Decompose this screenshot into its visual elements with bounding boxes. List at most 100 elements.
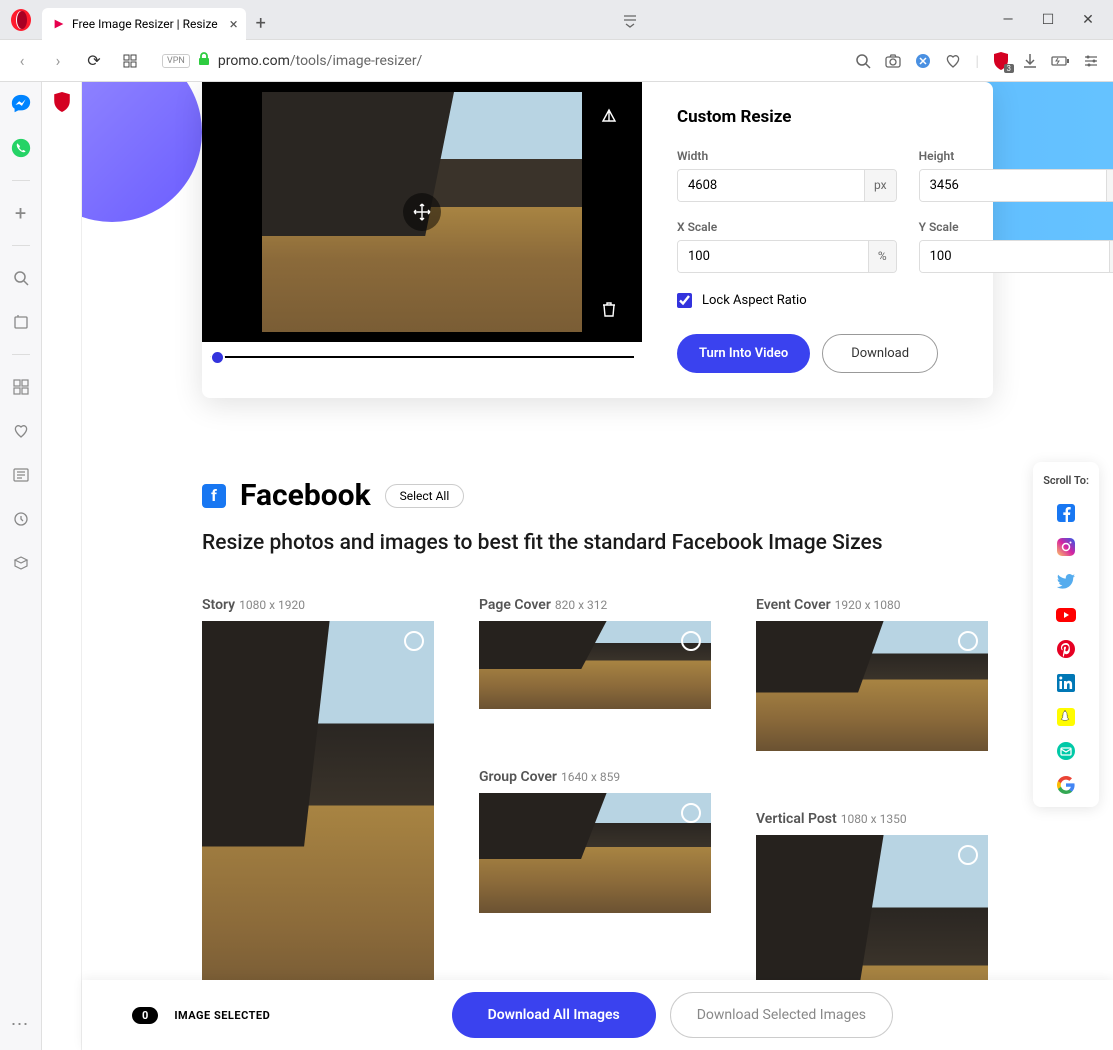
select-circle[interactable] <box>681 631 701 651</box>
scroll-twitter-icon[interactable] <box>1056 571 1076 591</box>
scroll-linkedin-icon[interactable] <box>1056 673 1076 693</box>
size-dim: 1920 x 1080 <box>835 598 901 612</box>
scroll-youtube-icon[interactable] <box>1056 605 1076 625</box>
heart-icon[interactable] <box>945 54 961 68</box>
tab-menu-icon[interactable] <box>615 5 645 35</box>
select-circle[interactable] <box>958 845 978 865</box>
size-preset-story[interactable] <box>202 621 434 1031</box>
scroll-snapchat-icon[interactable] <box>1056 707 1076 727</box>
download-selected-button[interactable]: Download Selected Images <box>670 992 893 1038</box>
download-bar: 0 IMAGE SELECTED Download All Images Dow… <box>82 980 1113 1050</box>
workspaces-icon[interactable] <box>9 375 33 399</box>
yscale-unit: % <box>1109 241 1113 272</box>
scroll-google-icon[interactable] <box>1056 775 1076 795</box>
lock-aspect-checkbox[interactable] <box>677 293 692 308</box>
adblock-icon[interactable] <box>915 53 931 69</box>
sidebar-more-icon[interactable]: ⋯ <box>9 1012 33 1036</box>
select-circle[interactable] <box>404 631 424 651</box>
select-circle[interactable] <box>958 631 978 651</box>
easy-setup-icon[interactable] <box>1083 53 1099 69</box>
select-circle[interactable] <box>681 803 701 823</box>
image-preview[interactable] <box>202 82 642 342</box>
download-all-button[interactable]: Download All Images <box>452 992 656 1038</box>
size-preset-pagecover[interactable] <box>479 621 711 709</box>
download-icon[interactable] <box>1023 53 1037 69</box>
add-messenger-icon[interactable]: + <box>9 201 33 225</box>
ublock-ext-icon[interactable] <box>53 92 71 112</box>
size-dim: 1640 x 859 <box>561 770 620 784</box>
rail-divider <box>12 354 30 355</box>
ublock-icon[interactable]: 3 <box>993 52 1009 70</box>
width-input[interactable] <box>678 170 864 201</box>
resize-editor-card: Custom Resize Width px Height <box>202 82 993 398</box>
zoom-slider[interactable] <box>210 356 634 358</box>
xscale-unit: % <box>868 241 896 272</box>
facebook-icon: f <box>202 484 226 508</box>
forward-button[interactable]: › <box>44 47 72 75</box>
size-dim: 820 x 312 <box>555 598 607 612</box>
download-button[interactable]: Download <box>822 334 938 373</box>
size-name: Page Cover <box>479 597 551 613</box>
delete-icon[interactable] <box>590 290 628 328</box>
width-label: Width <box>677 149 897 163</box>
new-tab-button[interactable]: + <box>246 8 276 40</box>
size-dim: 1080 x 1920 <box>239 598 305 612</box>
yscale-input[interactable] <box>920 241 1110 272</box>
width-unit: px <box>864 170 896 201</box>
editor-title: Custom Resize <box>677 107 1113 127</box>
personal-news-icon[interactable] <box>9 310 33 334</box>
bookmarks-heart-icon[interactable] <box>9 419 33 443</box>
extensions-icon[interactable] <box>9 551 33 575</box>
close-tab-icon[interactable]: × <box>230 15 238 33</box>
size-name: Event Cover <box>756 597 831 613</box>
whatsapp-icon[interactable] <box>9 136 33 160</box>
snapshot-icon[interactable] <box>885 54 901 68</box>
opera-menu-button[interactable] <box>0 0 42 41</box>
scroll-pinterest-icon[interactable] <box>1056 639 1076 659</box>
maximize-button[interactable]: ☐ <box>1033 5 1063 35</box>
scroll-email-icon[interactable] <box>1056 741 1076 761</box>
turn-into-video-button[interactable]: Turn Into Video <box>677 334 810 373</box>
size-name: Group Cover <box>479 769 557 785</box>
rail-divider <box>12 245 30 246</box>
battery-icon[interactable] <box>1051 55 1069 67</box>
selected-count: 0 <box>132 1007 158 1024</box>
search-icon[interactable] <box>855 53 871 69</box>
size-name: Vertical Post <box>756 811 837 827</box>
select-all-button[interactable]: Select All <box>385 484 465 508</box>
height-unit: px <box>1106 170 1113 201</box>
size-preset-groupcover[interactable] <box>479 793 711 913</box>
section-subtitle: Resize photos and images to best fit the… <box>202 531 993 555</box>
flip-icon[interactable] <box>590 96 628 134</box>
address-bar[interactable]: VPN promo.com/tools/image-resizer/ <box>152 52 847 70</box>
url-path: /tools/image-resizer/ <box>290 53 423 69</box>
slider-handle[interactable] <box>210 350 225 365</box>
size-preset-eventcover[interactable] <box>756 621 988 751</box>
news-icon[interactable] <box>9 463 33 487</box>
speed-dial-button[interactable] <box>116 47 144 75</box>
lock-icon <box>198 52 210 70</box>
scroll-instagram-icon[interactable] <box>1056 537 1076 557</box>
yscale-label: Y Scale <box>919 220 1113 234</box>
tab-title: Free Image Resizer | Resize <box>72 17 218 31</box>
history-icon[interactable] <box>9 507 33 531</box>
section-heading: Facebook <box>240 478 371 513</box>
vpn-badge[interactable]: VPN <box>162 54 190 68</box>
xscale-input[interactable] <box>678 241 868 272</box>
url-domain: promo.com <box>218 53 290 69</box>
close-window-button[interactable]: ✕ <box>1073 5 1103 35</box>
back-button[interactable]: ‹ <box>8 47 36 75</box>
reload-button[interactable]: ⟳ <box>80 47 108 75</box>
height-input[interactable] <box>920 170 1106 201</box>
browser-tab[interactable]: Free Image Resizer | Resize × <box>42 8 246 40</box>
messenger-icon[interactable] <box>9 92 33 116</box>
minimize-button[interactable]: — <box>993 5 1023 35</box>
move-icon[interactable] <box>403 193 441 231</box>
search-in-page-icon[interactable] <box>9 266 33 290</box>
tab-favicon <box>52 17 66 31</box>
size-name: Story <box>202 597 235 613</box>
rail-divider <box>12 180 30 181</box>
scroll-facebook-icon[interactable] <box>1056 503 1076 523</box>
size-dim: 1080 x 1350 <box>841 812 907 826</box>
scroll-to-panel: Scroll To: <box>1033 462 1099 807</box>
